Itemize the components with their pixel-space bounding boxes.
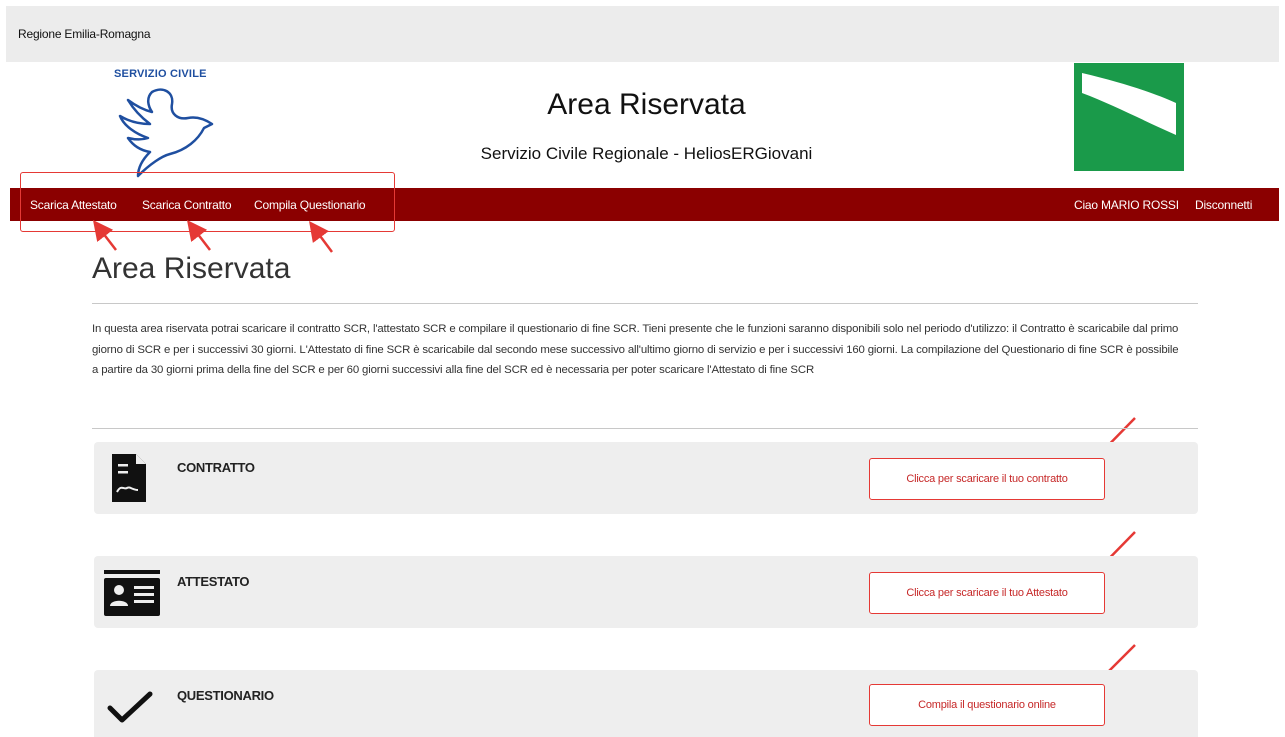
arrow-icon (309, 220, 334, 253)
title-divider (92, 303, 1198, 304)
intro-divider (92, 428, 1198, 429)
card-label: CONTRATTO (177, 460, 255, 475)
document-icon (112, 454, 146, 502)
card-questionario: QUESTIONARIO Compila il questionario onl… (94, 670, 1198, 737)
card-label: ATTESTATO (177, 574, 250, 589)
id-card-icon (104, 570, 160, 616)
download-contratto-button[interactable]: Clicca per scaricare il tuo contratto (869, 458, 1105, 500)
intro-text: In questa area riservata potrai scaricar… (92, 323, 1179, 376)
arrow-icon (92, 220, 117, 251)
card-contratto: CONTRATTO Clicca per scaricare il tuo co… (94, 442, 1198, 514)
page-title: Area Riservata (92, 252, 291, 285)
compile-questionario-button[interactable]: Compila il questionario online (869, 684, 1105, 726)
arrow-icon (186, 220, 211, 251)
checkmark-icon (107, 691, 153, 723)
card-label: QUESTIONARIO (177, 688, 274, 703)
download-attestato-button[interactable]: Clicca per scaricare il tuo Attestato (869, 572, 1105, 614)
card-attestato: ATTESTATO Clicca per scaricare il tuo At… (94, 556, 1198, 628)
